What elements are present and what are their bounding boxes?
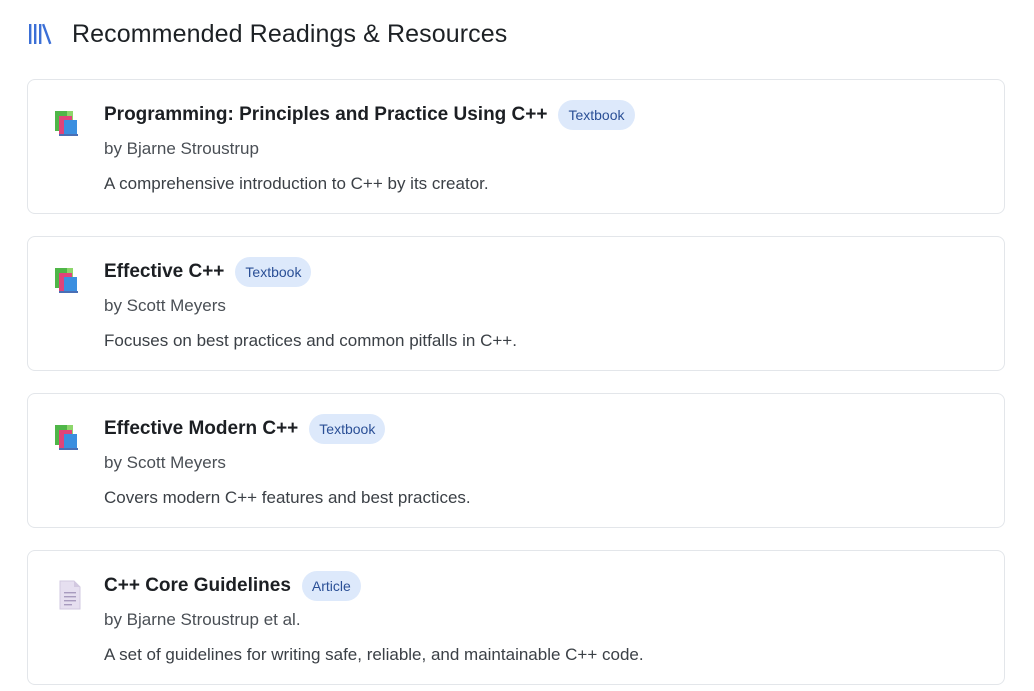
resource-card[interactable]: C++ Core Guidelines Article by Bjarne St… [27,550,1005,685]
readings-page: Recommended Readings & Resources Program… [0,0,1034,691]
page-title: Recommended Readings & Resources [72,19,508,48]
resource-title-row: Programming: Principles and Practice Usi… [104,100,635,130]
document-icon [54,579,86,611]
resource-author: by Bjarne Stroustrup et al. [104,610,301,629]
resource-title[interactable]: Programming: Principles and Practice Usi… [104,104,547,126]
books-icon [54,422,86,454]
resource-title-row: Effective Modern C++ Textbook [104,414,386,444]
resource-type-badge: Textbook [235,257,312,287]
resource-description: A set of guidelines for writing safe, re… [104,645,644,664]
resource-description: A comprehensive introduction to C++ by i… [104,174,489,193]
resource-type-badge: Textbook [309,414,386,444]
resource-type-badge: Article [301,571,361,601]
resource-author: by Scott Meyers [104,453,226,472]
resource-card[interactable]: Programming: Principles and Practice Usi… [27,79,1005,214]
resource-description: Covers modern C++ features and best prac… [104,488,471,507]
resource-card[interactable]: Effective Modern C++ Textbook by Scott M… [27,393,1005,528]
resource-type-badge: Textbook [558,100,635,130]
library-icon [28,21,54,47]
books-icon [54,108,86,140]
resource-author: by Bjarne Stroustrup [104,139,259,158]
resource-title-row: Effective C++ Textbook [104,257,312,287]
resource-title[interactable]: C++ Core Guidelines [104,575,291,597]
resource-description: Focuses on best practices and common pit… [104,331,517,350]
resource-title[interactable]: Effective C++ [104,261,224,283]
resource-author: by Scott Meyers [104,296,226,315]
resource-card[interactable]: Effective C++ Textbook by Scott Meyers F… [27,236,1005,371]
resource-title[interactable]: Effective Modern C++ [104,418,298,440]
resource-title-row: C++ Core Guidelines Article [104,571,361,601]
books-icon [54,265,86,297]
page-header: Recommended Readings & Resources [28,14,507,54]
